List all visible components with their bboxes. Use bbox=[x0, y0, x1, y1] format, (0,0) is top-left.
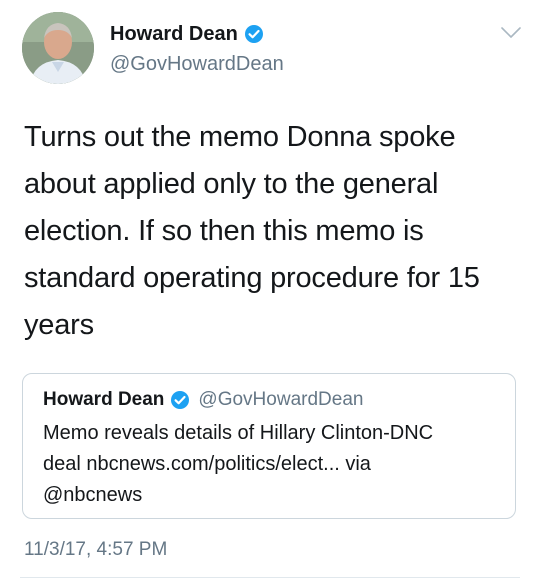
quoted-display-name: Howard Dean bbox=[43, 389, 165, 410]
tweet-header: Howard Dean @GovHowardDean bbox=[22, 12, 522, 84]
quoted-text-line: Memo reveals details of Hillary Clinton-… bbox=[43, 422, 434, 444]
tweet-card: Howard Dean @GovHowardDean Turns out the… bbox=[0, 0, 540, 581]
tweet-text-line: about applied only to the general bbox=[24, 168, 439, 200]
chevron-down-icon[interactable] bbox=[500, 26, 522, 40]
avatar[interactable] bbox=[22, 12, 94, 84]
tweet-text-line: years bbox=[24, 309, 94, 341]
verified-badge-icon bbox=[170, 390, 190, 410]
tweet-text-line: election. If so then this memo is bbox=[24, 215, 424, 247]
author-display-name[interactable]: Howard Dean bbox=[110, 22, 238, 46]
verified-badge-icon bbox=[244, 24, 264, 44]
quoted-tweet-text: Memo reveals details of Hillary Clinton-… bbox=[43, 418, 503, 511]
quoted-tweet-header: Howard Dean @GovHowardDean bbox=[43, 388, 495, 412]
author-handle[interactable]: @GovHowardDean bbox=[110, 52, 284, 76]
tweet-text-line: Turns out the memo Donna spoke bbox=[24, 121, 456, 153]
quoted-tweet[interactable]: Howard Dean @GovHowardDean Memo reveals … bbox=[22, 373, 516, 519]
author-name-row: Howard Dean bbox=[110, 22, 264, 46]
tweet-text-line: standard operating procedure for 15 bbox=[24, 262, 480, 294]
tweet-text: Turns out the memo Donna spoke about app… bbox=[24, 114, 504, 349]
divider bbox=[20, 577, 520, 578]
quoted-handle: @GovHowardDean bbox=[198, 389, 364, 410]
tweet-timestamp[interactable]: 11/3/17, 4:57 PM bbox=[24, 538, 167, 562]
quoted-text-line: deal nbcnews.com/politics/elect... via bbox=[43, 453, 371, 475]
quoted-text-line: @nbcnews bbox=[43, 484, 143, 506]
